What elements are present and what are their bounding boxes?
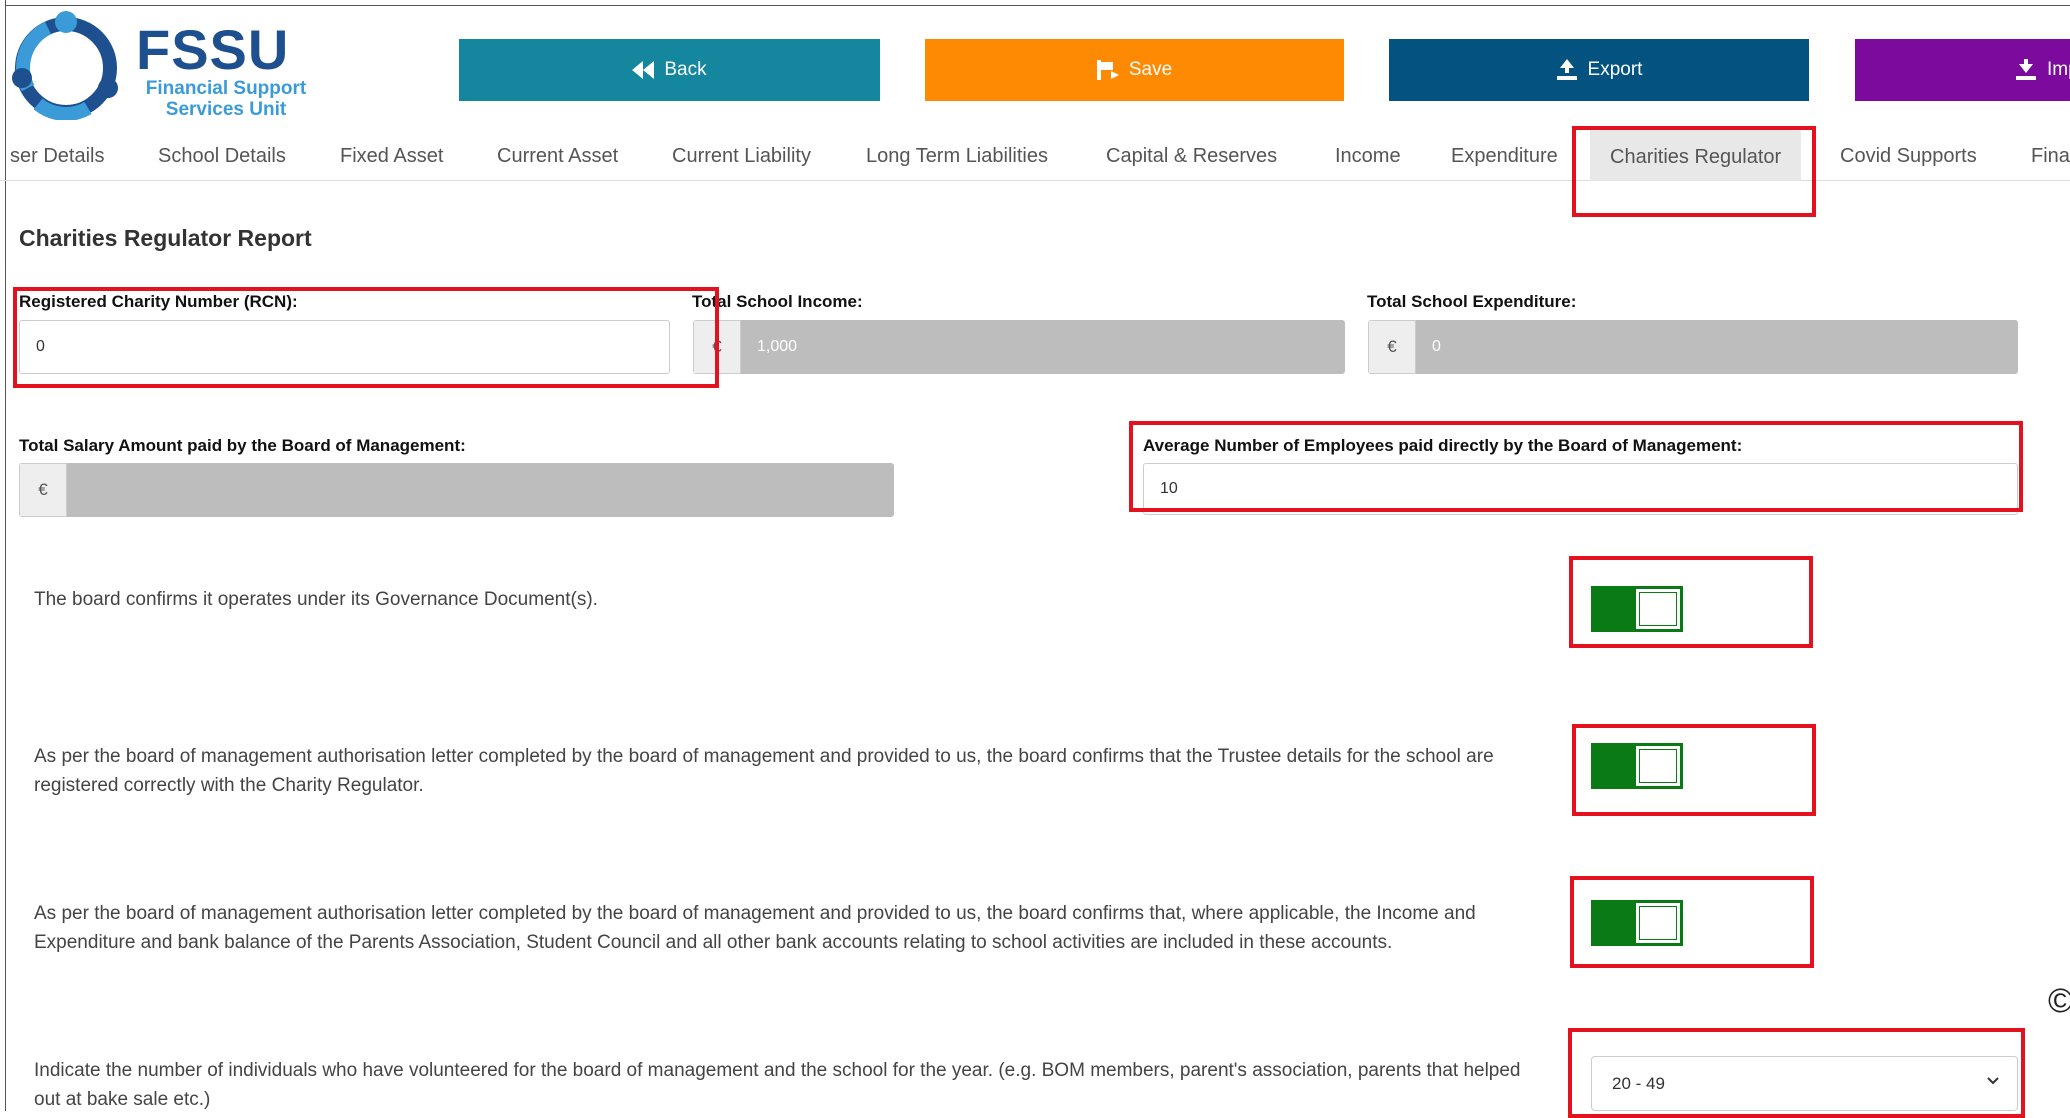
logo-title: FSSU (136, 18, 290, 81)
rcn-label: Registered Charity Number (RCN): (19, 292, 298, 311)
back-button[interactable]: Back (459, 39, 880, 101)
tab-user-details[interactable]: ser Details (10, 126, 104, 180)
tab-bar: ser Details School Details Fixed Asset C… (0, 126, 2070, 181)
euro-addon: € (1368, 320, 1416, 374)
tab-charities-regulator[interactable]: Charities Regulator (1590, 126, 1802, 181)
accounts-toggle[interactable] (1591, 900, 1683, 946)
tab-current-asset[interactable]: Current Asset (497, 126, 618, 180)
toggle-knob (1639, 749, 1677, 783)
employees-input[interactable]: 10 (1143, 463, 2018, 515)
fssu-logo-icon (12, 11, 118, 120)
toggle-on-fill (1594, 589, 1636, 629)
page-title: Charities Regulator Report (19, 225, 312, 251)
accounts-statement: As per the board of management authorisa… (34, 903, 1476, 953)
total-income-value: 1,000 (741, 320, 1345, 374)
back-button-label: Back (664, 59, 707, 80)
tab-fixed-asset[interactable]: Fixed Asset (340, 126, 443, 180)
trustee-toggle[interactable] (1591, 743, 1683, 789)
salary-value (67, 463, 894, 517)
total-expenditure-label: Total School Expenditure: (1367, 292, 1577, 311)
total-expenditure-field: € 0 (1368, 320, 2018, 374)
fssu-logo[interactable]: FSSU Financial Support Services Unit (8, 8, 308, 120)
toggle-on-fill (1594, 746, 1636, 786)
total-income-field: € 1,000 (693, 320, 1345, 374)
tab-school-details[interactable]: School Details (158, 126, 286, 180)
save-button-label: Save (1128, 59, 1173, 80)
euro-addon: € (19, 463, 67, 517)
salary-field: € (19, 463, 894, 517)
tab-expenditure[interactable]: Expenditure (1451, 126, 1558, 180)
tab-capital-reserves[interactable]: Capital & Reserves (1106, 126, 1277, 180)
rcn-input[interactable]: 0 (19, 320, 670, 374)
toggle-on-fill (1594, 903, 1636, 943)
export-button-label: Export (1587, 59, 1643, 80)
export-button[interactable]: Export (1389, 39, 1809, 101)
salary-label: Total Salary Amount paid by the Board of… (19, 436, 466, 455)
copyright-symbol: © (2048, 982, 2070, 1020)
volunteers-selected-value: 20 - 49 (1612, 1073, 1665, 1093)
governance-toggle[interactable] (1591, 586, 1683, 632)
frame-top-border (5, 5, 2070, 6)
tab-covid-supports[interactable]: Covid Supports (1840, 126, 1977, 180)
total-expenditure-value: 0 (1416, 320, 2018, 374)
tab-income[interactable]: Income (1335, 126, 1401, 180)
trustee-statement: As per the board of management authorisa… (34, 746, 1494, 796)
import-icon (2016, 59, 2036, 80)
back-icon (632, 61, 655, 79)
toggle-knob (1639, 592, 1677, 626)
chevron-down-icon (1987, 1077, 1999, 1085)
logo-subtitle-line1: Financial Support (145, 78, 307, 99)
total-income-label: Total School Income: (692, 292, 863, 311)
tab-finance[interactable]: Fina (2031, 126, 2070, 180)
governance-statement: The board confirms it operates under its… (34, 589, 598, 610)
logo-subtitle-line2: Services Unit (165, 99, 287, 120)
import-button-label: Imp (2047, 59, 2070, 80)
employees-label: Average Number of Employees paid directl… (1143, 436, 1743, 455)
save-icon (1096, 60, 1119, 80)
save-button[interactable]: Save (925, 39, 1344, 101)
volunteers-select[interactable]: 20 - 49 (1591, 1056, 2018, 1111)
import-button[interactable]: Imp (1855, 39, 2070, 101)
toggle-knob (1639, 906, 1677, 940)
euro-addon: € (693, 320, 741, 374)
tab-long-term-liabilities[interactable]: Long Term Liabilities (866, 126, 1048, 180)
volunteers-question: Indicate the number of individuals who h… (34, 1060, 1521, 1110)
tab-current-liability[interactable]: Current Liability (672, 126, 811, 180)
export-icon (1556, 59, 1577, 80)
